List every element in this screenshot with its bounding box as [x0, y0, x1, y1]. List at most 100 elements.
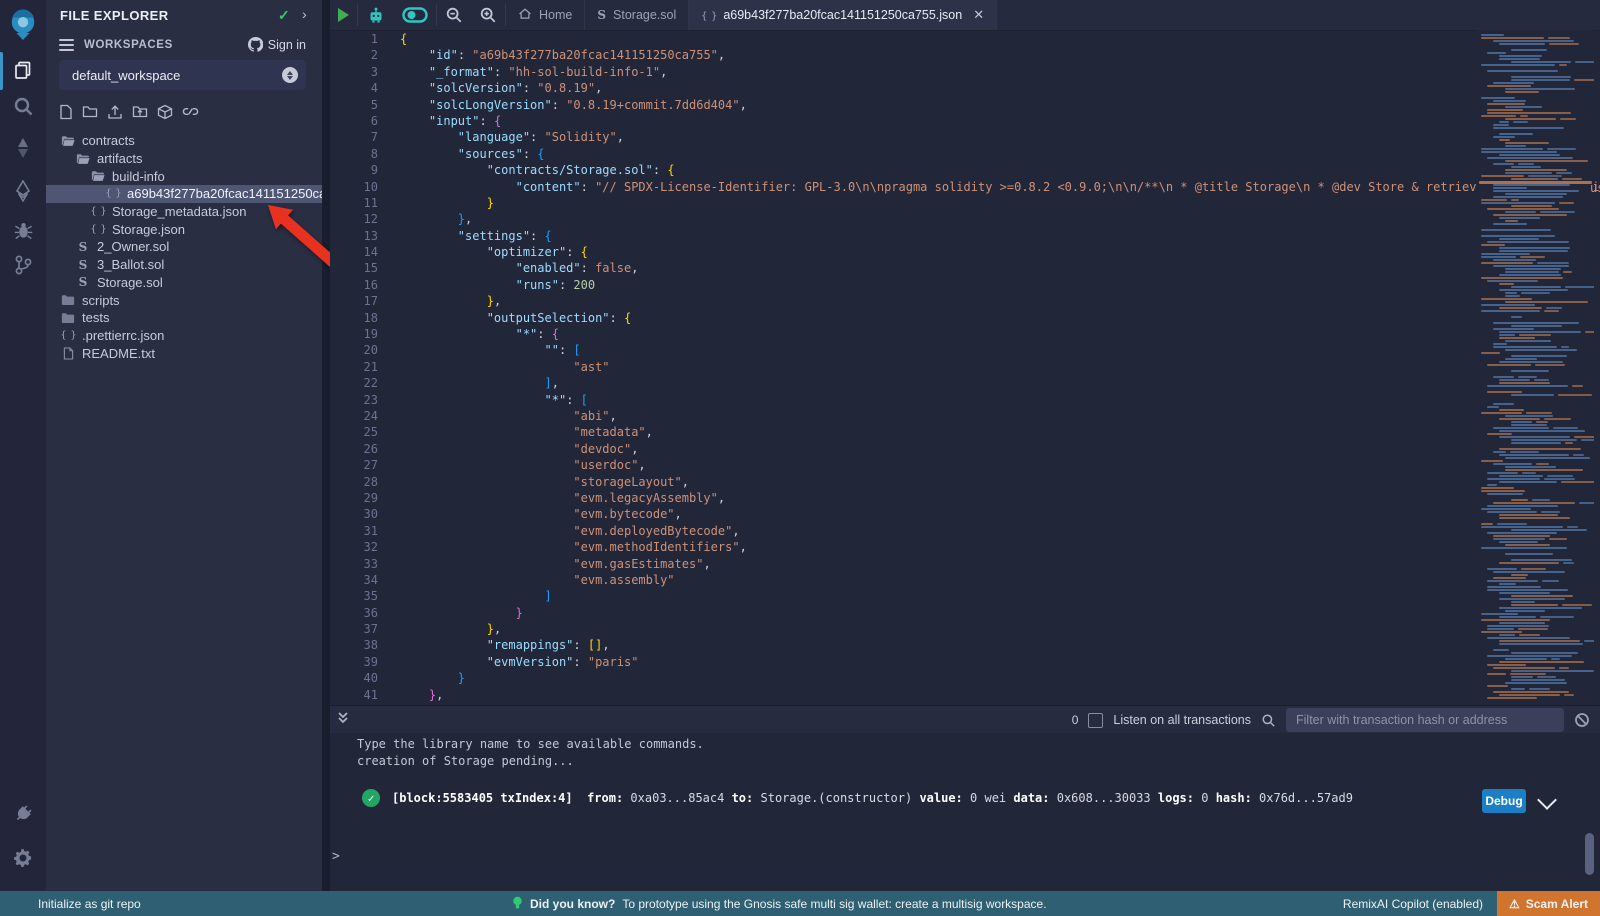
- line-number: 35: [330, 588, 400, 604]
- tree-item[interactable]: SStorage.sol: [46, 274, 322, 292]
- copilot-status[interactable]: RemixAI Copilot (enabled): [1343, 897, 1483, 911]
- tree-item[interactable]: tests: [46, 309, 322, 327]
- debugger-icon[interactable]: [0, 212, 46, 248]
- clear-filter-icon[interactable]: [1574, 712, 1590, 728]
- tree-item[interactable]: artifacts: [46, 150, 322, 168]
- tree-item[interactable]: scripts: [46, 291, 322, 309]
- tree-item[interactable]: S2_Owner.sol: [46, 238, 322, 256]
- line-number: 7: [330, 129, 400, 145]
- editor-tab[interactable]: SStorage.sol: [585, 0, 689, 30]
- line-number: 5: [330, 97, 400, 113]
- sign-in-button[interactable]: Sign in: [248, 37, 306, 52]
- upload-file-icon[interactable]: [107, 104, 123, 120]
- terminal-prompt[interactable]: >: [332, 849, 340, 864]
- code-line: 22 ],: [330, 375, 1600, 391]
- upload-folder-icon[interactable]: [132, 104, 148, 120]
- panel-header: FILE EXPLORER ✓ ›: [46, 0, 322, 30]
- plugin-manager-icon[interactable]: [0, 795, 46, 831]
- code-line: 28 "storageLayout",: [330, 474, 1600, 490]
- tree-item[interactable]: README.txt: [46, 344, 322, 362]
- line-number: 2: [330, 47, 400, 63]
- code-line: 4 "solcVersion": "0.8.19",: [330, 80, 1600, 96]
- code-line: 40 }: [330, 670, 1600, 686]
- line-number: 36: [330, 605, 400, 621]
- copilot-toggle[interactable]: [394, 0, 436, 30]
- new-folder-icon[interactable]: [82, 104, 98, 120]
- zoom-in-icon: [479, 6, 497, 24]
- line-number: 32: [330, 539, 400, 555]
- code-line: 2 "id": "a69b43f277ba20fcac141151250ca75…: [330, 47, 1600, 63]
- editor-tab[interactable]: Home: [506, 0, 585, 30]
- workspace-sort-icon[interactable]: [282, 67, 298, 83]
- source-control-icon[interactable]: [0, 247, 46, 283]
- sign-in-label: Sign in: [268, 38, 306, 52]
- settings-icon[interactable]: [0, 840, 46, 876]
- hamburger-menu-icon[interactable]: [59, 36, 74, 54]
- did-you-know-tip: Did you know? To prototype using the Gno…: [512, 896, 1047, 911]
- terminal-output[interactable]: Type the library name to see available c…: [330, 733, 1600, 891]
- close-tab-icon[interactable]: ✕: [973, 7, 984, 23]
- tree-item-selected[interactable]: { }a69b43f277ba20fcac141151250ca7...: [46, 185, 322, 203]
- line-number: 18: [330, 310, 400, 326]
- code-line: 38 "remappings": [],: [330, 637, 1600, 653]
- sol-icon: S: [75, 240, 91, 254]
- chevron-right-icon[interactable]: ›: [302, 6, 307, 22]
- transaction-count-badge: 0: [1072, 713, 1079, 727]
- transaction-filter-input[interactable]: [1286, 708, 1564, 732]
- search-icon[interactable]: [0, 88, 46, 124]
- code-line: 24 "abi",: [330, 408, 1600, 424]
- line-number: 10: [330, 179, 400, 195]
- sol-icon: S: [597, 8, 606, 22]
- tree-item[interactable]: { }Storage_metadata.json: [46, 203, 322, 221]
- tree-item[interactable]: contracts: [46, 132, 322, 150]
- folder-open-icon: [90, 170, 106, 182]
- panel-resize-handle[interactable]: [322, 0, 330, 891]
- transaction-log: [block:5583405 txIndex:4] from: 0xa03...…: [392, 791, 1353, 805]
- expand-transaction-icon[interactable]: [1537, 790, 1557, 810]
- file-explorer-panel: FILE EXPLORER ✓ › WORKSPACES Sign in def…: [46, 0, 322, 891]
- link-icon[interactable]: [182, 104, 199, 120]
- minimap[interactable]: [1477, 30, 1594, 705]
- folder-open-icon: [60, 135, 76, 147]
- workspace-select[interactable]: default_workspace: [59, 60, 306, 90]
- remix-logo-icon[interactable]: [0, 7, 46, 43]
- run-script-button[interactable]: [330, 0, 357, 30]
- tree-item[interactable]: { }.prettierrc.json: [46, 327, 322, 345]
- scam-alert-badge[interactable]: ⚠ Scam Alert: [1497, 891, 1600, 916]
- line-number: 17: [330, 293, 400, 309]
- home-icon: [518, 7, 532, 23]
- new-file-icon[interactable]: [59, 104, 73, 120]
- terminal-collapse-button[interactable]: [336, 711, 350, 730]
- sol-icon: S: [75, 275, 91, 289]
- git-init-action[interactable]: Initialize as git repo: [38, 897, 141, 911]
- editor-area[interactable]: HomeSStorage.sol{ }a69b43f277ba20fcac141…: [330, 0, 1600, 705]
- code-line: 33 "evm.gasEstimates",: [330, 556, 1600, 572]
- tree-item[interactable]: { }Storage.json: [46, 220, 322, 238]
- file-explorer-icon[interactable]: [0, 52, 46, 88]
- solidity-compiler-icon[interactable]: [0, 130, 46, 166]
- editor-tab[interactable]: { }a69b43f277ba20fcac141151250ca755.json…: [689, 0, 997, 30]
- box-icon[interactable]: [157, 104, 173, 120]
- line-number: 40: [330, 670, 400, 686]
- check-icon[interactable]: ✓: [278, 7, 290, 24]
- line-number: 6: [330, 113, 400, 129]
- code-view[interactable]: 1{2 "id": "a69b43f277ba20fcac141151250ca…: [330, 31, 1600, 703]
- line-number: 15: [330, 260, 400, 276]
- deploy-run-icon[interactable]: [0, 173, 46, 209]
- code-line: 10 "content": "// SPDX-License-Identifie…: [330, 179, 1600, 195]
- zoom-out-button[interactable]: [437, 0, 471, 30]
- line-number: 34: [330, 572, 400, 588]
- tree-item[interactable]: S3_Ballot.sol: [46, 256, 322, 274]
- code-line: 15 "enabled": false,: [330, 260, 1600, 276]
- terminal-scrollbar[interactable]: [1585, 833, 1594, 875]
- listen-checkbox[interactable]: [1088, 713, 1103, 728]
- zoom-in-button[interactable]: [471, 0, 505, 30]
- tree-item-label: contracts: [82, 133, 135, 148]
- json-icon: { }: [90, 224, 106, 235]
- code-line: 11 }: [330, 195, 1600, 211]
- line-number: 41: [330, 687, 400, 703]
- debug-button[interactable]: Debug: [1482, 789, 1526, 813]
- ai-copilot-button[interactable]: [358, 0, 394, 30]
- editor-tab-bar: HomeSStorage.sol{ }a69b43f277ba20fcac141…: [330, 0, 1600, 31]
- tree-item[interactable]: build-info: [46, 167, 322, 185]
